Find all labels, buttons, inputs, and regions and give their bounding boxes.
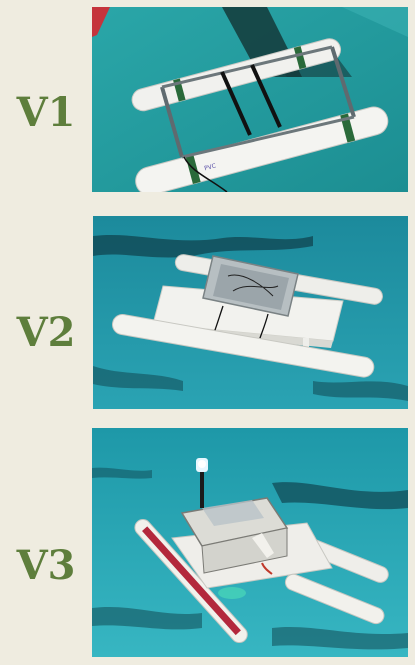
version-label-v1: V1 bbox=[16, 89, 76, 136]
v3-prototype-photo bbox=[92, 428, 408, 657]
pvc-frame-photo-icon: PVC bbox=[92, 7, 408, 192]
pvc-pontoon-deck-photo-icon bbox=[93, 216, 408, 409]
v2-prototype-photo bbox=[93, 216, 408, 409]
version-label-v3: V3 bbox=[16, 542, 76, 589]
v1-prototype-photo: PVC bbox=[92, 7, 408, 192]
version-label-v2: V2 bbox=[16, 309, 76, 356]
pvc-pontoon-light-mast-photo-icon bbox=[92, 428, 408, 657]
